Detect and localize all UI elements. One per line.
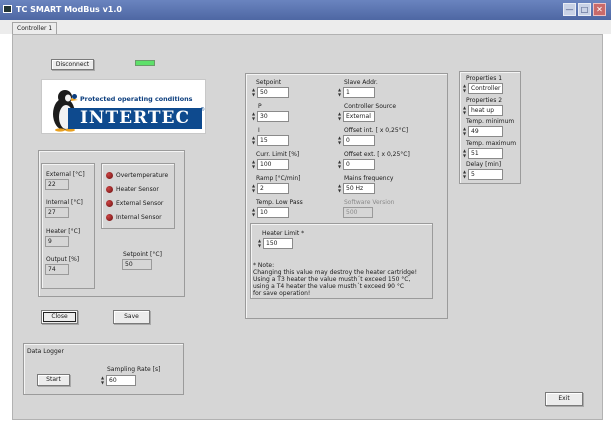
alarm-overtemperature-label: Overtemperature	[116, 172, 169, 179]
alarm-heater-sensor-label: Heater Sensor	[116, 186, 159, 193]
param-ramp-field[interactable]: 2	[257, 183, 289, 194]
temp-minimum-field[interactable]: 49	[468, 126, 503, 137]
setpoint-readout-value: 50	[122, 259, 152, 270]
param-low-pass-spinner[interactable]: ▲ ▼	[251, 207, 256, 217]
sampling-rate-spinner[interactable]: ▲ ▼	[100, 375, 105, 385]
param-offset-int-label: Offset int. [ x 0,25°C]	[344, 127, 409, 134]
setpoint-readout-label: Setpoint [°C]	[123, 251, 162, 258]
param-curr-limit-label: Curr. Limit [%]	[256, 151, 300, 158]
param-low-pass-field[interactable]: 10	[257, 207, 289, 218]
tab-strip	[0, 20, 611, 34]
heater-limit-spinner[interactable]: ▲ ▼	[257, 238, 262, 248]
alarm-external-sensor-label: External Sensor	[116, 200, 164, 207]
minimize-icon[interactable]: —	[563, 3, 576, 16]
param-mains-frequency-field[interactable]: 50 Hz	[343, 183, 375, 194]
param-ramp-spinner[interactable]: ▲ ▼	[251, 183, 256, 193]
param-curr-limit-field[interactable]: 100	[257, 159, 289, 170]
internal-sensor-led	[106, 214, 113, 221]
param-controller-source-spinner[interactable]: ▲ ▼	[337, 111, 342, 121]
properties-2-field[interactable]: heat up	[468, 105, 503, 116]
param-setpoint-spinner[interactable]: ▲ ▼	[251, 87, 256, 97]
temp-minimum-spinner[interactable]: ▲ ▼	[462, 126, 467, 136]
param-p-label: P	[258, 103, 262, 110]
reading-heater-value: 9	[45, 236, 69, 247]
data-logger-title: Data Logger	[27, 348, 64, 355]
param-offset-ext-label: Offset ext. [ x 0,25°C]	[344, 151, 410, 158]
heater-sensor-led	[106, 186, 113, 193]
reading-external-label: External [°C]	[46, 171, 85, 178]
param-i-label: I	[258, 127, 260, 134]
external-sensor-led	[106, 200, 113, 207]
delay-label: Delay [min]	[466, 161, 502, 168]
heater-note-title: * Note:	[253, 262, 275, 269]
heater-note-line: using a T4 heater the value musth´t exce…	[253, 283, 405, 290]
sampling-rate-label: Sampling Rate [s]	[107, 366, 161, 373]
param-mains-frequency-spinner[interactable]: ▲ ▼	[337, 183, 342, 193]
param-curr-limit-spinner[interactable]: ▲ ▼	[251, 159, 256, 169]
logo-wordmark: INTERTEC	[68, 108, 202, 129]
properties-1-label: Properties 1	[466, 75, 503, 82]
properties-2-label: Properties 2	[466, 97, 503, 104]
software-version-value: 500	[343, 207, 373, 218]
close-icon[interactable]: ✕	[593, 3, 606, 16]
connection-status-indicator	[135, 60, 155, 66]
reading-external-value: 22	[45, 179, 69, 190]
param-p-field[interactable]: 30	[257, 111, 289, 122]
exit-button[interactable]: Exit	[545, 392, 583, 406]
param-i-field[interactable]: 15	[257, 135, 289, 146]
param-controller-source-field[interactable]: External	[343, 111, 375, 122]
param-low-pass-label: Temp. Low Pass	[256, 199, 303, 206]
param-offset-ext-field[interactable]: 0	[343, 159, 375, 170]
heater-note-line: Using a T3 heater the value musth´t exce…	[253, 276, 411, 283]
heater-limit-label: Heater Limit *	[262, 230, 305, 237]
delay-spinner[interactable]: ▲ ▼	[462, 169, 467, 179]
delay-field[interactable]: 5	[468, 169, 503, 180]
param-p-spinner[interactable]: ▲ ▼	[251, 111, 256, 121]
heater-note-line: Changing this value may destroy the heat…	[253, 269, 418, 276]
param-offset-int-spinner[interactable]: ▲ ▼	[337, 135, 342, 145]
param-slave-addr-spinner[interactable]: ▲ ▼	[337, 87, 342, 97]
temp-maximum-label: Temp. maximum	[466, 140, 517, 147]
param-offset-int-field[interactable]: 0	[343, 135, 375, 146]
software-version-label: Software Version	[344, 199, 395, 206]
param-controller-source-label: Controller Source	[344, 103, 397, 110]
disconnect-button[interactable]: Disconnect	[51, 59, 94, 70]
reading-internal-value: 27	[45, 207, 69, 218]
overtemperature-led	[106, 172, 113, 179]
param-slave-addr-field[interactable]: 1	[343, 87, 375, 98]
reading-internal-label: Internal [°C]	[46, 199, 83, 206]
properties-2-spinner[interactable]: ▲ ▼	[462, 105, 467, 115]
temp-maximum-field[interactable]: 51	[468, 148, 503, 159]
sampling-rate-field[interactable]: 60	[106, 375, 136, 386]
reading-output-value: 74	[45, 264, 69, 275]
param-offset-ext-spinner[interactable]: ▲ ▼	[337, 159, 342, 169]
param-setpoint-label: Setpoint	[256, 79, 282, 86]
reading-heater-label: Heater [°C]	[46, 228, 81, 235]
heater-note-line: for save operation!	[253, 290, 311, 297]
save-button[interactable]: Save	[113, 310, 150, 324]
heater-limit-field[interactable]: 150	[263, 238, 293, 249]
properties-1-spinner[interactable]: ▲ ▼	[462, 83, 467, 93]
window-title: TC SMART ModBus v1.0	[16, 5, 122, 14]
properties-1-field[interactable]: Controller	[468, 83, 503, 94]
param-setpoint-field[interactable]: 50	[257, 87, 289, 98]
intertec-logo: Protected operating conditions INTERTEC …	[41, 79, 206, 134]
temp-maximum-spinner[interactable]: ▲ ▼	[462, 148, 467, 158]
alarm-internal-sensor-label: Internal Sensor	[116, 214, 162, 221]
registered-mark: ®	[200, 107, 205, 113]
reading-output-label: Output [%]	[46, 256, 80, 263]
logo-tagline: Protected operating conditions	[80, 95, 193, 103]
param-ramp-label: Ramp [°C/min]	[256, 175, 301, 182]
param-i-spinner[interactable]: ▲ ▼	[251, 135, 256, 145]
close-button[interactable]: Close	[41, 310, 78, 324]
param-slave-addr-label: Slave Addr.	[344, 79, 378, 86]
start-logging-button[interactable]: Start	[37, 374, 70, 386]
temp-minimum-label: Temp. minimum	[466, 118, 515, 125]
maximize-icon[interactable]: □	[578, 3, 591, 16]
param-mains-frequency-label: Mains frequency	[344, 175, 394, 182]
app-icon	[3, 5, 12, 13]
